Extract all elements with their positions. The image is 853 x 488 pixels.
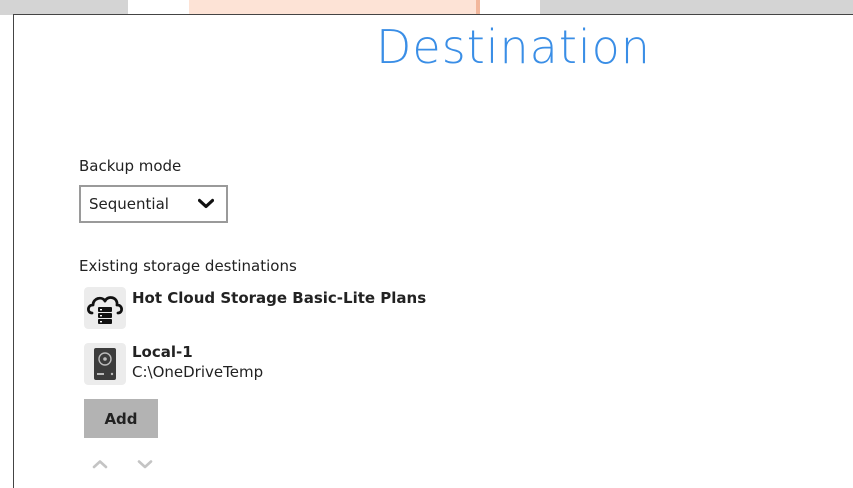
cloud-storage-icon [84,287,126,329]
backup-mode-label: Backup mode [79,157,182,175]
backup-mode-value: Sequential [89,195,169,213]
top-tab-bar [0,0,853,15]
panel-border-top [13,14,853,15]
chevron-down-icon [198,198,214,209]
tab-current[interactable] [189,0,480,15]
chevron-up-icon[interactable] [92,458,108,470]
destination-name: Local-1 [132,343,193,361]
destination-path: C:\OneDriveTemp [132,363,264,381]
tab-previous[interactable] [0,0,128,15]
chevron-down-icon[interactable] [137,458,153,470]
add-destination-button[interactable]: Add [84,399,158,438]
backup-mode-select[interactable]: Sequential [79,185,228,223]
destination-item-local-1[interactable]: Local-1 C:\OneDriveTemp [84,343,584,389]
panel-border-left [13,15,14,488]
tab-next[interactable] [540,0,853,15]
local-drive-icon [84,343,126,385]
destination-name: Hot Cloud Storage Basic-Lite Plans [132,289,427,307]
destination-item-hot-cloud[interactable]: Hot Cloud Storage Basic-Lite Plans [84,287,584,333]
existing-destinations-label: Existing storage destinations [79,257,297,275]
page-title: Destination [376,20,651,74]
